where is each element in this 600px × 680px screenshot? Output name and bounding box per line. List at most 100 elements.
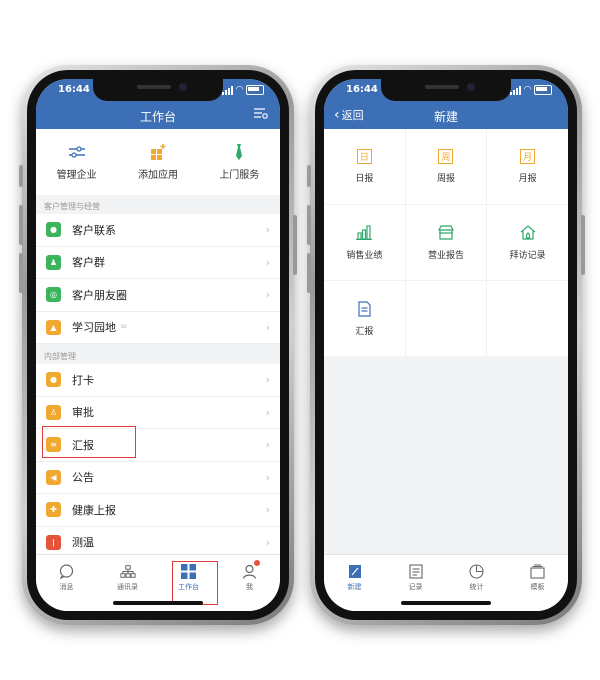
page-title: 工作台 (139, 110, 176, 124)
list-item-label: 审批 (72, 406, 94, 420)
tab-label: 我 (246, 583, 253, 591)
chevron-right-icon: › (265, 255, 270, 269)
chevron-right-icon: › (265, 503, 270, 517)
grid-empty-cell (405, 281, 487, 356)
day-report-icon: 日 (356, 149, 372, 164)
list-item-label: 客户联系 (72, 223, 116, 237)
onsite-service-button[interactable]: 上门服务 (199, 129, 280, 195)
battery-icon (246, 85, 264, 95)
status-time: 16:44 (346, 84, 378, 95)
contacts-icon (119, 563, 136, 579)
tie-icon (230, 143, 248, 160)
grid-item-business-report[interactable]: 营业报告 (405, 205, 487, 280)
list-item-customer-contact[interactable]: ● 客户联系 › (36, 214, 280, 247)
week-report-icon: 周 (438, 149, 454, 164)
right-screen: 16:44 ◠ ‹ 返回 新建 日 日报 周 周报 月 月报 销售业绩 营业报告… (324, 79, 568, 611)
quick-label: 添加应用 (137, 169, 178, 181)
tab-label: 模板 (530, 583, 545, 591)
health-icon: ✚ (46, 502, 61, 518)
quick-label: 上门服务 (219, 169, 260, 181)
home-indicator[interactable] (401, 601, 491, 605)
tab-label: 新建 (347, 583, 362, 591)
grid-item-label: 销售业绩 (346, 250, 383, 261)
list-item-label: 打卡 (72, 373, 94, 387)
page-title: 新建 (433, 110, 458, 124)
tab-label: 通讯录 (117, 583, 138, 591)
document-icon (356, 300, 372, 317)
template-icon (530, 563, 546, 579)
tab-label: 消息 (59, 583, 74, 591)
list-item-label: 公告 (72, 471, 94, 485)
manage-enterprise-button[interactable]: 管理企业 (36, 129, 117, 195)
tab-me[interactable]: 我 (219, 555, 280, 611)
grid-item-label: 日报 (355, 174, 374, 184)
grid-item-label: 营业报告 (427, 250, 464, 261)
notification-dot (254, 560, 260, 566)
quick-actions: 管理企业 添加应用 上门服务 (36, 129, 280, 195)
quick-label: 管理企业 (56, 169, 97, 181)
list-item-health-report[interactable]: ✚ 健康上报 › (36, 494, 280, 527)
home-indicator[interactable] (113, 601, 203, 605)
stamp-icon: ♙ (46, 404, 61, 420)
list-item-checkin[interactable]: ● 打卡 › (36, 364, 280, 397)
grid-item-sales-performance[interactable]: 销售业绩 (324, 205, 405, 280)
location-icon: ● (46, 372, 61, 388)
grid-item-daily-report[interactable]: 日 日报 (324, 129, 405, 204)
tab-label: 记录 (408, 583, 423, 591)
tab-messages[interactable]: 消息 (36, 555, 97, 611)
group-icon: ♟ (46, 254, 61, 270)
sliders-icon (68, 144, 86, 160)
grid-item-label: 拜访记录 (509, 250, 546, 261)
chevron-right-icon: › (265, 223, 270, 237)
store-icon (438, 225, 454, 241)
list-item-label: 学习园地 (72, 321, 116, 335)
tab-label: 统计 (469, 583, 484, 591)
record-icon (408, 563, 424, 579)
list-item-customer-moments[interactable]: ◎ 客户朋友圈 › (36, 279, 280, 312)
chevron-right-icon: › (265, 320, 270, 334)
grid-item-report[interactable]: 汇报 (324, 281, 405, 356)
megaphone-icon: ◀ (46, 469, 61, 485)
message-icon (59, 563, 75, 579)
highlight-workbench-tab (172, 561, 218, 605)
grid-item-label: 汇报 (355, 326, 374, 337)
section-header-customer: 客户管理与经营 (44, 202, 100, 211)
list-item-label: 测温 (72, 536, 94, 550)
new-report-grid: 日 日报 周 周报 月 月报 销售业绩 营业报告 拜访记录 汇报 (324, 129, 568, 356)
internal-list: ● 打卡 › ♙ 审批 › ≡ 汇报 › ◀ 公告 › ✚ 健康上报 › ǀ 测… (36, 364, 280, 559)
tab-templates[interactable]: 模板 (507, 555, 568, 611)
cap-icon: ▲ (46, 319, 61, 335)
list-item-label: 客户朋友圈 (72, 288, 127, 302)
customer-list: ● 客户联系 › ♟ 客户群 › ◎ 客户朋友圈 › ▲ 学习园地 ∞ › (36, 214, 280, 344)
grid-item-label: 周报 (436, 174, 455, 184)
settings-icon[interactable] (254, 107, 268, 123)
add-app-button[interactable]: 添加应用 (117, 129, 198, 195)
status-time: 16:44 (58, 84, 90, 95)
grid-item-visit-record[interactable]: 拜访记录 (487, 205, 568, 280)
list-item-learning[interactable]: ▲ 学习园地 ∞ › (36, 312, 280, 344)
wifi-icon: ◠ (524, 85, 531, 95)
highlight-report-row (42, 426, 136, 458)
month-report-icon: 月 (520, 149, 536, 164)
right-phone: 16:44 ◠ ‹ 返回 新建 日 日报 周 周报 月 月报 销售业绩 营业报告… (307, 65, 585, 625)
list-item-announcement[interactable]: ◀ 公告 › (36, 462, 280, 494)
wifi-icon: ◠ (236, 85, 243, 95)
chat-icon: ● (46, 222, 61, 238)
grid-item-monthly-report[interactable]: 月 月报 (487, 129, 568, 204)
left-phone: 16:44 ◠ 工作台 管理企业 添加应用 上门服务 客户管理与经营 ● 客户联… (19, 65, 297, 625)
bar-chart-icon (356, 225, 373, 241)
grid-item-weekly-report[interactable]: 周 周报 (405, 129, 487, 204)
list-item-approval[interactable]: ♙ 审批 › (36, 397, 280, 429)
list-item-customer-group[interactable]: ♟ 客户群 › (36, 247, 280, 279)
house-icon (520, 225, 536, 241)
chevron-right-icon: › (265, 373, 270, 387)
chevron-right-icon: › (265, 438, 270, 452)
tab-new[interactable]: 新建 (324, 555, 385, 611)
chevron-right-icon: › (265, 405, 270, 419)
add-app-icon (149, 143, 167, 160)
chevron-right-icon: › (265, 288, 270, 302)
link-icon: ∞ (120, 322, 128, 333)
list-item-label: 客户群 (72, 256, 105, 270)
moments-icon: ◎ (46, 287, 61, 303)
left-screen: 16:44 ◠ 工作台 管理企业 添加应用 上门服务 客户管理与经营 ● 客户联… (36, 79, 280, 611)
